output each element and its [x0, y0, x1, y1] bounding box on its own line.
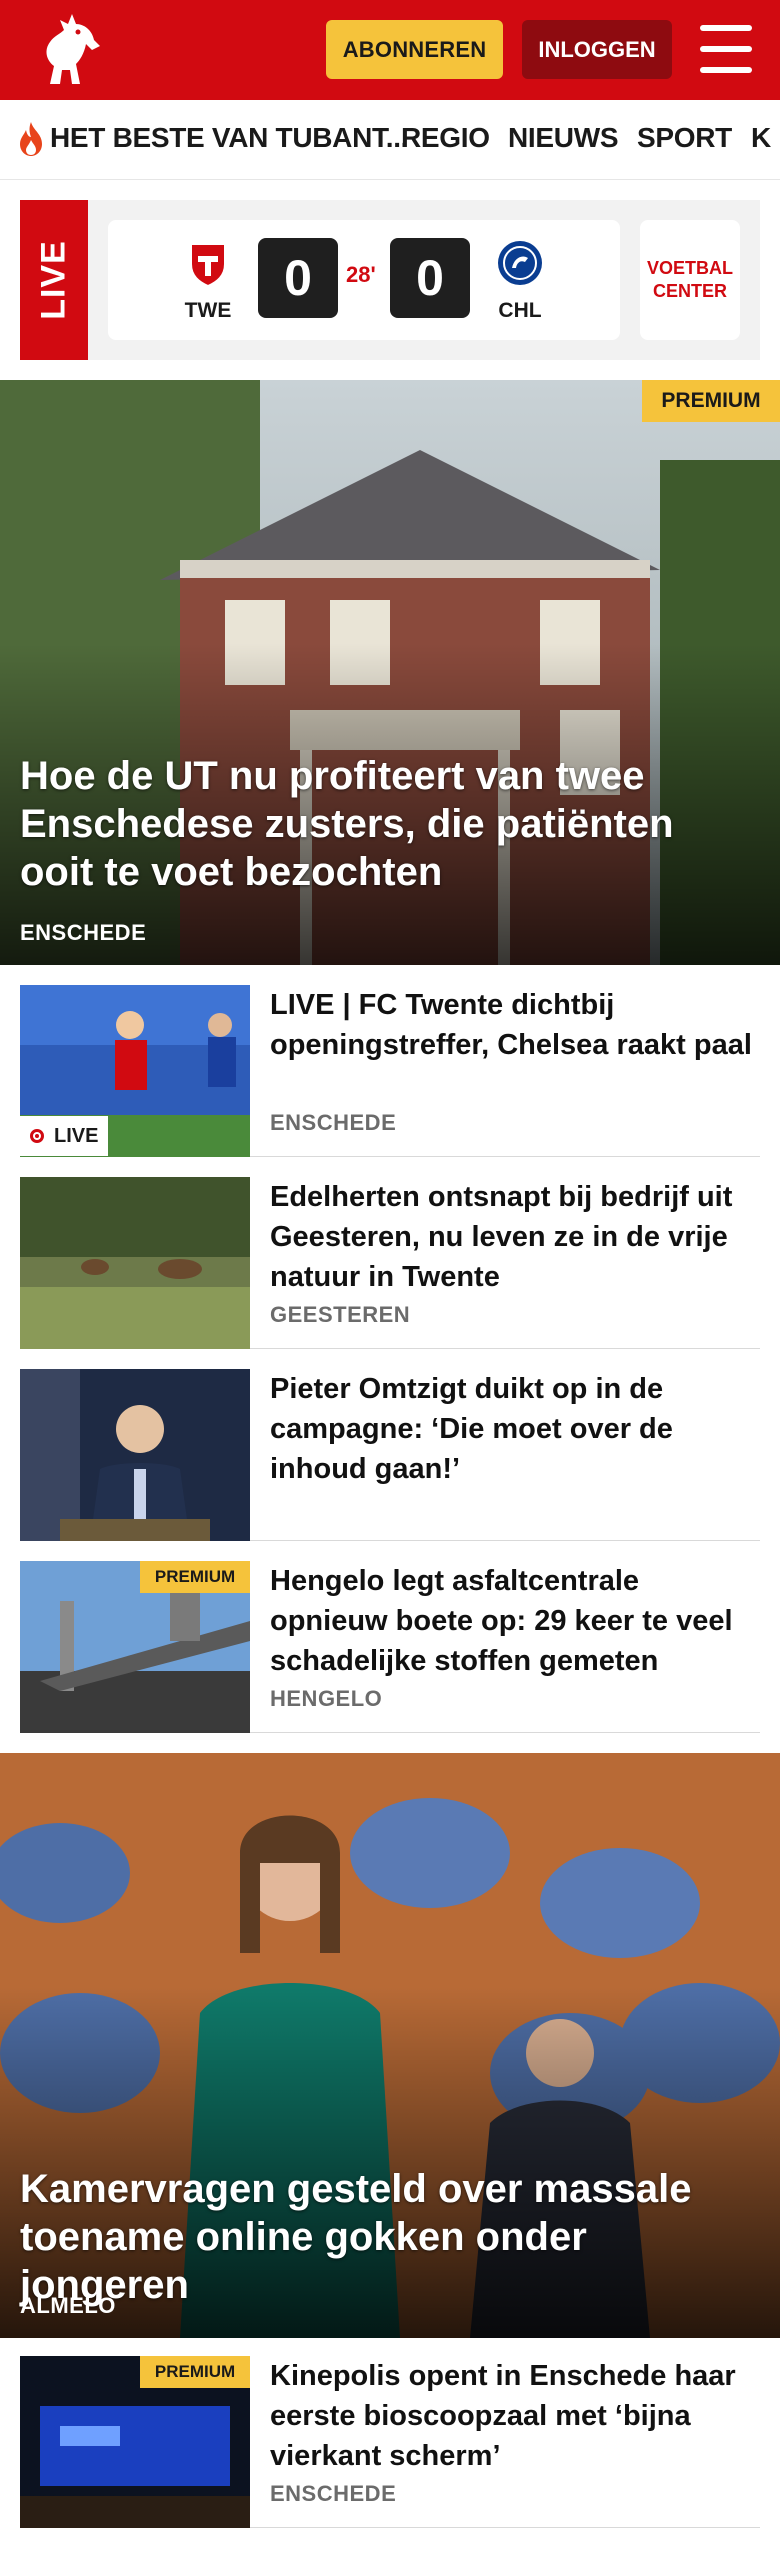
section-nav: HET BESTE VAN TUBANT... REGIO NIEUWS SPO… [0, 100, 780, 180]
hero-article-2[interactable]: Kamervragen gesteld over massale toename… [0, 1753, 780, 2338]
article-location: GEESTEREN [270, 1302, 411, 1327]
home-team: TWE [178, 238, 238, 323]
article-location: ENSCHEDE [270, 2481, 397, 2506]
article-location: ENSCHEDE [270, 1110, 397, 1135]
article-title[interactable]: LIVE | FC Twente dichtbij openingstreffe… [270, 985, 760, 1065]
live-badge: LIVE [20, 1116, 109, 1156]
article-title[interactable]: Pieter Omtzigt duikt op in de campagne: … [270, 1369, 760, 1489]
hero-article[interactable]: PREMIUM Hoe de UT nu profiteert van twee… [0, 380, 780, 965]
nav-item-regio[interactable]: REGIO [401, 122, 490, 154]
away-team-code: CHL [498, 299, 542, 322]
voetbal-center-link[interactable]: VOETBAL CENTER [640, 220, 740, 340]
nav-item-nieuws[interactable]: NIEUWS [508, 122, 619, 154]
article-title[interactable]: Kinepolis opent in Enschede haar eerste … [270, 2356, 760, 2476]
article-thumbnail [20, 1369, 250, 1541]
hamburger-menu-icon[interactable] [700, 25, 752, 73]
away-team: CHL [490, 238, 550, 323]
flame-icon [20, 122, 42, 156]
home-score: 0 [258, 238, 338, 318]
hero-title[interactable]: Hoe de UT nu profiteert van twee Ensched… [20, 752, 720, 896]
match-minute: 28' [346, 262, 376, 287]
match-card[interactable]: TWE 0 28' 0 CHL [108, 220, 620, 340]
article-row[interactable]: Pieter Omtzigt duikt op in de campagne: … [20, 1369, 760, 1541]
article-row[interactable]: PREMIUM Kinepolis opent in Enschede haar… [20, 2356, 760, 2528]
premium-badge: PREMIUM [140, 1561, 250, 1593]
live-badge-label: LIVE [54, 1124, 99, 1147]
chelsea-crest-icon [498, 241, 542, 285]
subscribe-button[interactable]: ABONNEREN [326, 20, 503, 79]
article-title[interactable]: Hengelo legt asfaltcentrale opnieuw boet… [270, 1561, 760, 1681]
article-thumbnail [20, 1177, 250, 1349]
hero-location: ENSCHEDE [20, 920, 147, 945]
premium-badge: PREMIUM [140, 2356, 250, 2388]
hero-2-location: ALMELO [20, 2293, 116, 2318]
away-score: 0 [390, 238, 470, 318]
nav-item-more[interactable]: K [751, 122, 771, 154]
fc-twente-crest-icon [190, 243, 226, 288]
live-dot-icon [30, 1129, 44, 1143]
article-location: HENGELO [270, 1686, 383, 1711]
hero-2-title[interactable]: Kamervragen gesteld over massale toename… [20, 2165, 740, 2309]
nav-item-best-of[interactable]: HET BESTE VAN TUBANT... [50, 122, 408, 154]
article-title[interactable]: Edelherten ontsnapt bij bedrijf uit Gees… [270, 1177, 760, 1297]
horse-logo-icon[interactable] [36, 10, 106, 90]
live-label: LIVE [34, 240, 73, 320]
article-row[interactable]: PREMIUM Hengelo legt asfaltcentrale opni… [20, 1561, 760, 1733]
home-team-code: TWE [184, 299, 232, 322]
live-score-widget: LIVE TWE 0 28' 0 CHL VOETBAL CENTER [20, 200, 760, 360]
nav-item-sport[interactable]: SPORT [637, 122, 732, 154]
top-bar: ABONNEREN INLOGGEN [0, 0, 780, 100]
premium-badge: PREMIUM [642, 380, 780, 422]
article-row[interactable]: LIVE LIVE | FC Twente dichtbij openingst… [20, 985, 760, 1157]
login-button[interactable]: INLOGGEN [522, 20, 672, 79]
article-row[interactable]: Edelherten ontsnapt bij bedrijf uit Gees… [20, 1177, 760, 1349]
live-tag: LIVE [20, 200, 88, 360]
